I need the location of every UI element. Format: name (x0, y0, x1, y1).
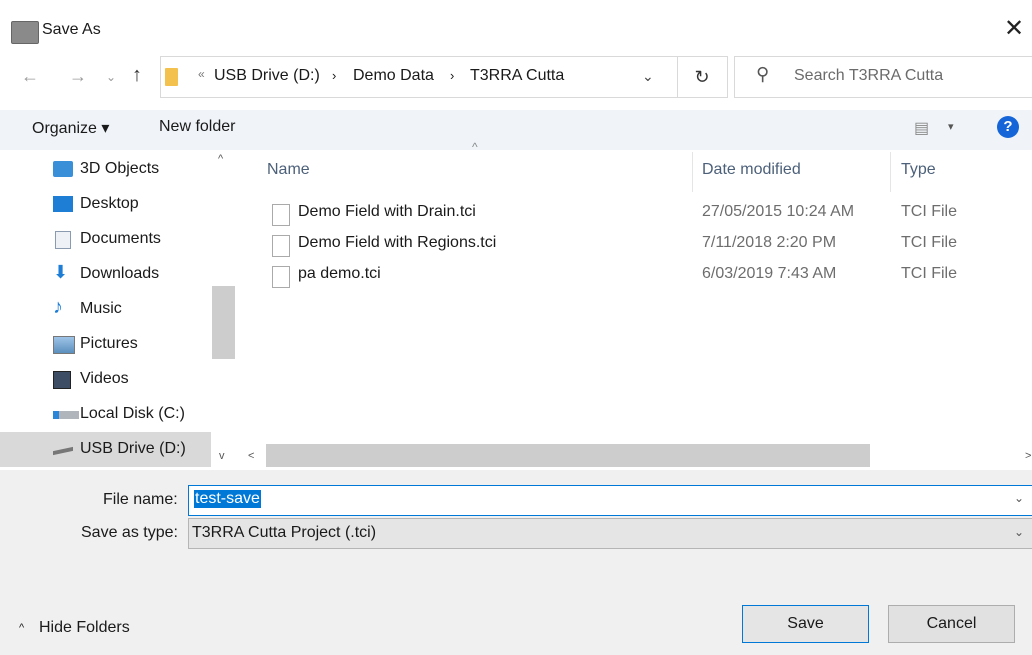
close-button[interactable]: ✕ (996, 14, 1032, 44)
file-name: Demo Field with Regions.tci (298, 234, 497, 251)
file-name: pa demo.tci (298, 265, 381, 282)
search-placeholder: Search T3RRA Cutta (794, 67, 944, 84)
file-icon (272, 204, 290, 226)
organize-button[interactable]: Organize ▾ (32, 118, 109, 138)
navigation-pane: 3D Objects Desktop Documents ⬇ Downloads… (0, 152, 236, 469)
save-button[interactable]: Save (742, 605, 869, 643)
local-disk-icon (53, 411, 79, 419)
back-arrow-icon[interactable]: ← (21, 66, 39, 87)
breadcrumb-usb-drive[interactable]: USB Drive (D:) (214, 67, 320, 85)
view-options-icon[interactable]: ▤ (914, 118, 929, 138)
save-as-type-dropdown-icon[interactable]: ⌄ (1014, 525, 1024, 539)
column-header-name[interactable]: Name (267, 161, 310, 179)
file-date: 27/05/2015 10:24 AM (702, 203, 855, 220)
breadcrumb-t3rra-cutta[interactable]: T3RRA Cutta (470, 67, 564, 85)
sidebar-item-music[interactable]: ♪ Music (0, 292, 211, 327)
file-name-dropdown-icon[interactable]: ⌄ (1014, 491, 1024, 505)
sidebar-item-desktop[interactable]: Desktop (0, 187, 211, 222)
sidebar-item-documents[interactable]: Documents (0, 222, 211, 257)
column-header-type[interactable]: Type (901, 161, 936, 179)
address-dropdown-icon[interactable]: ⌄ (642, 68, 654, 85)
scroll-left-icon[interactable]: < (248, 450, 254, 462)
sidebar-item-videos[interactable]: Videos (0, 362, 211, 397)
file-name-value[interactable]: test-save (194, 490, 261, 508)
file-type: TCI File (901, 234, 957, 251)
sidebar-item-pictures[interactable]: Pictures (0, 327, 211, 362)
breadcrumb-separator-icon[interactable]: › (332, 68, 336, 83)
desktop-icon (53, 196, 73, 212)
chevron-up-icon[interactable]: ^ (19, 622, 24, 634)
file-icon (272, 235, 290, 257)
music-icon: ♪ (53, 296, 63, 318)
folder-icon (165, 68, 178, 86)
title-bar (0, 0, 1032, 44)
file-icon (272, 266, 290, 288)
file-type: TCI File (901, 203, 957, 220)
help-icon[interactable]: ? (997, 116, 1019, 138)
refresh-button[interactable]: ↻ (677, 56, 728, 98)
3d-objects-icon (53, 161, 73, 177)
window-title: Save As (42, 21, 101, 38)
file-date: 7/11/2018 2:20 PM (702, 234, 837, 251)
recent-locations-chevron-icon[interactable]: ⌄ (106, 70, 116, 84)
command-bar (0, 110, 1032, 150)
file-name: Demo Field with Drain.tci (298, 203, 476, 220)
file-name-field[interactable] (188, 485, 1032, 516)
column-divider[interactable] (890, 152, 891, 192)
breadcrumb-demo-data[interactable]: Demo Data (353, 67, 434, 85)
search-icon: ⚲ (756, 64, 770, 84)
new-folder-button[interactable]: New folder (159, 118, 235, 136)
sidebar-scroll-up-icon[interactable]: ^ (218, 153, 223, 165)
sidebar-scroll-down-icon[interactable]: v (219, 450, 225, 462)
file-date: 6/03/2019 7:43 AM (702, 265, 837, 282)
downloads-icon: ⬇ (53, 262, 69, 282)
usb-drive-icon (53, 446, 73, 456)
videos-icon (53, 371, 71, 389)
column-divider[interactable] (692, 152, 693, 192)
file-row[interactable]: pa demo.tci 6/03/2019 7:43 AM TCI File (262, 261, 1032, 292)
breadcrumb-overflow-icon[interactable]: « (198, 67, 205, 81)
hide-folders-button[interactable]: Hide Folders (39, 619, 130, 637)
file-name-label: File name: (103, 491, 178, 508)
file-row[interactable]: Demo Field with Drain.tci 27/05/2015 10:… (262, 199, 1032, 230)
file-type: TCI File (901, 265, 957, 282)
app-icon (11, 21, 39, 44)
breadcrumb-separator-icon[interactable]: › (450, 68, 454, 83)
file-row[interactable]: Demo Field with Regions.tci 7/11/2018 2:… (262, 230, 1032, 261)
sort-ascending-icon: ^ (472, 140, 478, 154)
forward-arrow-icon[interactable]: → (69, 66, 87, 87)
sidebar-item-local-disk[interactable]: Local Disk (C:) (0, 397, 211, 432)
column-header-date-modified[interactable]: Date modified (702, 161, 801, 179)
scroll-right-icon[interactable]: > (1025, 450, 1031, 462)
up-arrow-icon[interactable]: ↑ (132, 64, 142, 87)
sidebar-item-downloads[interactable]: ⬇ Downloads (0, 257, 211, 292)
save-as-type-label: Save as type: (81, 524, 178, 541)
sidebar-scrollbar-thumb[interactable] (212, 286, 235, 359)
pictures-icon (53, 336, 75, 354)
sidebar-item-3d-objects[interactable]: 3D Objects (0, 152, 211, 187)
sidebar-item-usb-drive[interactable]: USB Drive (D:) (0, 432, 211, 467)
save-as-type-value: T3RRA Cutta Project (.tci) (192, 524, 377, 541)
documents-icon (55, 231, 71, 249)
horizontal-scrollbar-thumb[interactable] (266, 444, 870, 467)
cancel-button[interactable]: Cancel (888, 605, 1015, 643)
view-options-dropdown-icon[interactable]: ▾ (948, 120, 954, 133)
